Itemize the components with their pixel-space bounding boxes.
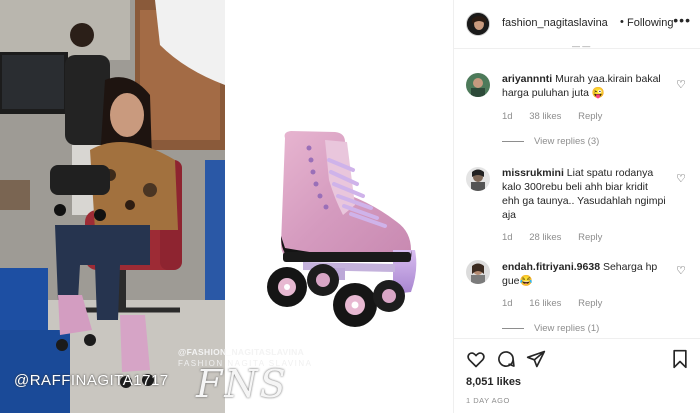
- comment-username[interactable]: ariyannnti: [502, 73, 552, 85]
- comment-meta: 1d 38 likes Reply: [502, 111, 616, 122]
- post-timestamp: 1 DAY AGO: [466, 396, 510, 405]
- comment-meta: 1d 16 likes Reply: [502, 298, 616, 309]
- bookmark-icon[interactable]: [670, 349, 690, 369]
- comment-icon[interactable]: [496, 349, 516, 369]
- comment-username[interactable]: missrukmini: [502, 167, 564, 179]
- comment-text: endah.fitriyani.9638 Seharga hp gue😂: [502, 260, 667, 288]
- view-replies-button[interactable]: View replies (1): [502, 323, 599, 334]
- commenter-avatar-image: [466, 73, 490, 97]
- comment-likes[interactable]: 28 likes: [529, 232, 561, 243]
- overlay-handle-text: @RAFFINAGITA1717: [14, 372, 169, 389]
- view-replies-label: View replies (3): [534, 136, 600, 147]
- avatar[interactable]: [466, 260, 490, 284]
- post-side-panel: fashion_nagitaslavina • Following ••• — …: [453, 0, 700, 413]
- following-button[interactable]: Following: [627, 17, 673, 29]
- comment-likes[interactable]: 16 likes: [529, 298, 561, 309]
- post-author-username[interactable]: fashion_nagitaslavina: [502, 17, 608, 29]
- signature-watermark: FNS: [196, 362, 288, 406]
- reply-button[interactable]: Reply: [578, 111, 602, 122]
- post-media[interactable]: @RAFFINAGITA1717 @FASHION_NAGITASLAVINA …: [0, 0, 453, 413]
- comment-time: 1d: [502, 298, 513, 309]
- comment-time: 1d: [502, 232, 513, 243]
- share-icon[interactable]: [526, 349, 546, 369]
- likes-count[interactable]: 8,051 likes: [466, 376, 521, 388]
- watermark-handle: @FASHION_NAGITASLAVINA: [178, 347, 305, 357]
- view-replies-label: View replies (1): [534, 323, 600, 334]
- comment-text: ariyannnti Murah yaa.kirain bakal harga …: [502, 72, 667, 100]
- divider: [502, 327, 524, 329]
- comment-text: missrukmini Liat spatu rodanya kalo 300r…: [502, 166, 667, 222]
- separator-dot: •: [620, 16, 624, 28]
- avatar[interactable]: [466, 12, 490, 36]
- heart-icon[interactable]: ♡: [676, 78, 686, 91]
- comment-username[interactable]: endah.fitriyani.9638: [502, 261, 600, 273]
- comment-likes[interactable]: 38 likes: [529, 111, 561, 122]
- heart-icon[interactable]: ♡: [676, 172, 686, 185]
- reply-button[interactable]: Reply: [578, 298, 602, 309]
- avatar-image: [467, 13, 489, 35]
- comment-time: 1d: [502, 111, 513, 122]
- post-actions: 8,051 likes 1 DAY AGO: [454, 338, 700, 414]
- heart-icon[interactable]: [466, 349, 486, 369]
- commenter-avatar-image: [466, 260, 490, 284]
- avatar[interactable]: [466, 167, 490, 191]
- view-replies-button[interactable]: View replies (3): [502, 136, 599, 147]
- truncated-comment-meta: — —: [572, 42, 591, 51]
- heart-icon[interactable]: ♡: [676, 264, 686, 277]
- avatar[interactable]: [466, 73, 490, 97]
- comment-meta: 1d 28 likes Reply: [502, 232, 616, 243]
- instagram-post: @RAFFINAGITA1717 @FASHION_NAGITASLAVINA …: [0, 0, 700, 413]
- reply-button[interactable]: Reply: [578, 232, 602, 243]
- more-horizontal-icon[interactable]: •••: [673, 12, 691, 28]
- divider: [502, 140, 524, 142]
- commenter-avatar-image: [466, 167, 490, 191]
